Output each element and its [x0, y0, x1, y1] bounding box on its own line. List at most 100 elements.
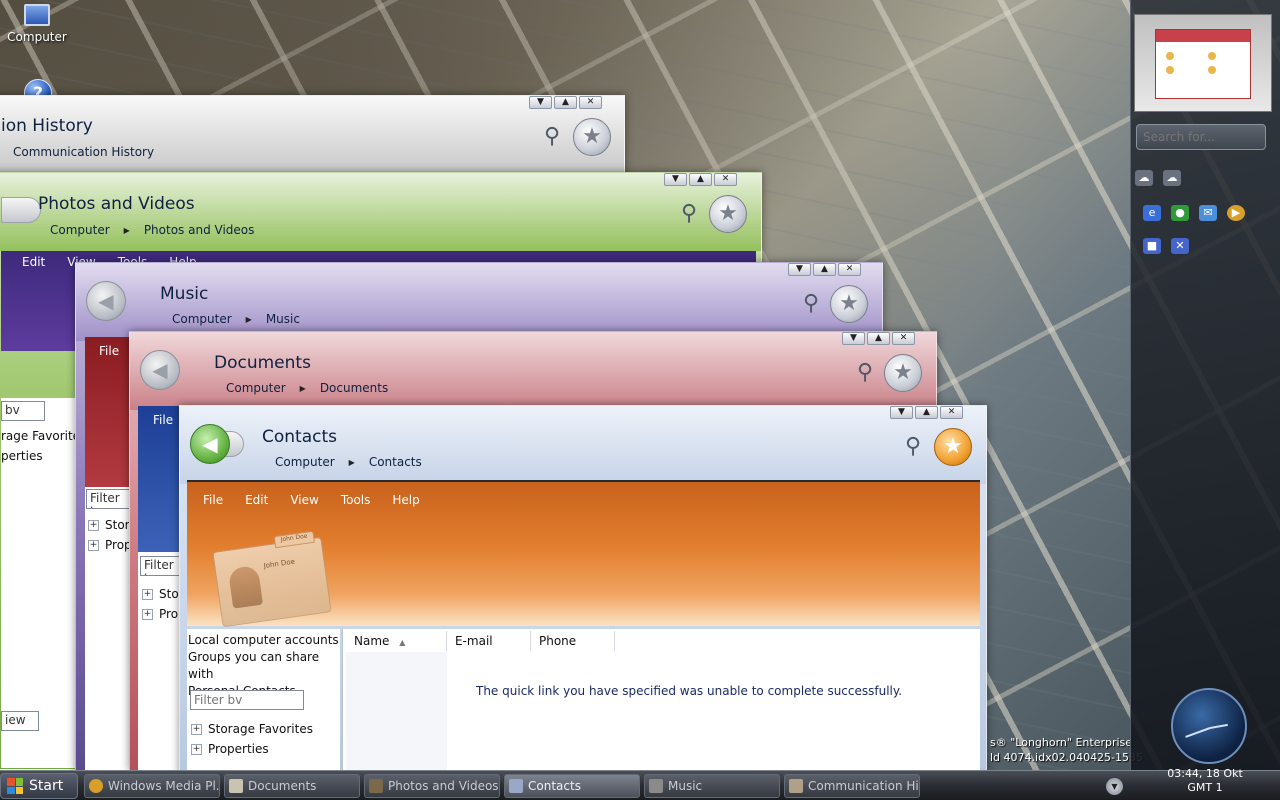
- expand-icon[interactable]: +: [191, 743, 202, 755]
- breadcrumb-separator-icon: ▶: [348, 457, 355, 467]
- breadcrumb-root[interactable]: Computer: [172, 312, 232, 326]
- favorites-star-icon[interactable]: ★: [709, 195, 747, 233]
- breadcrumb-root[interactable]: Computer: [226, 381, 286, 395]
- breadcrumb-root[interactable]: Computer: [275, 455, 335, 469]
- network-icon[interactable]: ■: [1143, 238, 1161, 254]
- contacts-list-view[interactable]: Name ▲ E-mail Phone The quick link you h…: [342, 629, 980, 771]
- close-button[interactable]: ✕: [940, 406, 963, 419]
- thumbnail-item-icon: [1166, 52, 1174, 60]
- search-icon[interactable]: ⚲: [796, 287, 826, 321]
- menu-file[interactable]: File: [99, 344, 119, 358]
- search-icon[interactable]: ⚲: [898, 430, 928, 464]
- back-arrow-icon[interactable]: ◀: [86, 281, 126, 321]
- maximize-button[interactable]: ▲: [915, 406, 938, 419]
- breadcrumb-item[interactable]: Communication History: [13, 145, 154, 159]
- menu-edit[interactable]: Edit: [245, 493, 268, 507]
- search-icon[interactable]: ⚲: [674, 197, 704, 231]
- menu-file[interactable]: File: [153, 413, 173, 427]
- minimize-button[interactable]: ▼: [842, 332, 865, 345]
- tree-item-storage-favorites[interactable]: rage Favorites: [1, 428, 86, 445]
- close-button[interactable]: ✕: [714, 173, 737, 186]
- messenger-icon[interactable]: ●: [1171, 205, 1189, 221]
- favorites-star-icon[interactable]: ★: [934, 428, 972, 466]
- filter-input[interactable]: bv: [1, 401, 45, 421]
- taskbar-button-contacts[interactable]: Contacts: [504, 774, 640, 798]
- computer-desktop-icon[interactable]: Computer: [4, 4, 70, 44]
- window-title: Contacts: [262, 427, 337, 447]
- favorites-star-icon[interactable]: ★: [830, 285, 868, 323]
- banner: [138, 406, 183, 552]
- tray-expand-icon[interactable]: ▼: [1106, 778, 1123, 795]
- taskbar-button-communication-history[interactable]: Communication Hi...: [784, 774, 920, 798]
- clock-timezone: GMT 1: [1187, 781, 1223, 794]
- menu-help[interactable]: Help: [392, 493, 419, 507]
- chat-bubbles-icon[interactable]: ☁: [1163, 170, 1181, 186]
- menu-edit[interactable]: Edit: [22, 255, 45, 269]
- breadcrumb-root[interactable]: Computer: [50, 223, 110, 237]
- expand-icon[interactable]: +: [88, 539, 99, 551]
- network-disconnected-icon[interactable]: ✕: [1171, 238, 1189, 254]
- taskbar-button-documents[interactable]: Documents: [224, 774, 360, 798]
- expand-icon[interactable]: +: [142, 608, 153, 620]
- favorites-star-icon[interactable]: ★: [884, 354, 922, 392]
- link-groups-share[interactable]: Groups you can share with: [188, 649, 340, 683]
- chat-bubbles-icon[interactable]: ☁: [1135, 170, 1153, 186]
- maximize-button[interactable]: ▲: [867, 332, 890, 345]
- window-thumbnail-tile[interactable]: [1134, 14, 1272, 112]
- card-tab-label: John Doe: [273, 530, 315, 549]
- view-select[interactable]: iew: [1, 711, 39, 731]
- favorites-star-icon[interactable]: ★: [573, 118, 611, 156]
- column-header-name[interactable]: Name ▲: [346, 631, 447, 651]
- menu-file[interactable]: File: [203, 493, 223, 507]
- tree-item-properties[interactable]: perties: [1, 448, 43, 465]
- expand-icon[interactable]: +: [191, 723, 202, 735]
- taskbar-button-music[interactable]: Music: [644, 774, 780, 798]
- breadcrumb-leaf[interactable]: Music: [266, 312, 300, 326]
- link-local-accounts[interactable]: Local computer accounts: [188, 632, 340, 649]
- mail-icon[interactable]: ✉: [1199, 205, 1217, 221]
- build-watermark: s® "Longhorn" Enterprise ld 4074.idx02.0…: [990, 736, 1144, 764]
- filter-input[interactable]: Filter b: [140, 556, 182, 576]
- search-icon[interactable]: ⚲: [850, 356, 880, 390]
- tree-item-storage-favorites[interactable]: + Storage Favorites: [191, 722, 313, 736]
- tree-item-properties[interactable]: + Properties: [191, 742, 269, 756]
- sidebar-search-input[interactable]: [1136, 124, 1266, 150]
- card-name-label: John Doe: [263, 557, 296, 570]
- media-player-icon[interactable]: ▶: [1227, 205, 1245, 221]
- breadcrumb: Computer ▶ Photos and Videos: [50, 223, 254, 237]
- filter-input[interactable]: [190, 690, 304, 710]
- window-contacts[interactable]: ◀ Contacts Computer ▶ Contacts ▼ ▲ ✕ ⚲ ★…: [179, 405, 987, 775]
- taskbar-button-media-player[interactable]: Windows Media Pl...: [84, 774, 220, 798]
- breadcrumb-leaf[interactable]: Photos and Videos: [144, 223, 255, 237]
- column-header-email[interactable]: E-mail: [447, 631, 531, 651]
- expand-icon[interactable]: +: [142, 588, 153, 600]
- column-header-phone[interactable]: Phone: [531, 631, 615, 651]
- menu-view[interactable]: View: [290, 493, 318, 507]
- minimize-button[interactable]: ▼: [529, 96, 552, 109]
- search-icon[interactable]: ⚲: [537, 120, 567, 154]
- breadcrumb-leaf[interactable]: Contacts: [369, 455, 422, 469]
- breadcrumb-leaf[interactable]: Documents: [320, 381, 388, 395]
- menu-bar: File: [153, 413, 173, 427]
- thumbnail-item-icon: [1208, 66, 1216, 74]
- taskbar-button-photos[interactable]: Photos and Videos: [364, 774, 500, 798]
- minimize-button[interactable]: ▼: [788, 263, 811, 276]
- start-button[interactable]: Start: [0, 773, 78, 799]
- minimize-button[interactable]: ▼: [890, 406, 913, 419]
- close-button[interactable]: ✕: [892, 332, 915, 345]
- expand-icon[interactable]: +: [88, 519, 99, 531]
- minimize-button[interactable]: ▼: [664, 173, 687, 186]
- menu-tools[interactable]: Tools: [341, 493, 371, 507]
- thumbnail-item-icon: [1166, 66, 1174, 74]
- maximize-button[interactable]: ▲: [813, 263, 836, 276]
- ie-icon[interactable]: e: [1143, 205, 1161, 221]
- close-button[interactable]: ✕: [838, 263, 861, 276]
- back-arrow-icon[interactable]: ◀: [190, 424, 230, 464]
- close-button[interactable]: ✕: [579, 96, 602, 109]
- tree-item-properties[interactable]: + Prop: [88, 538, 132, 552]
- back-arrow-icon[interactable]: ◀: [140, 350, 180, 390]
- window-controls: ▼ ▲ ✕: [890, 406, 963, 419]
- maximize-button[interactable]: ▲: [554, 96, 577, 109]
- maximize-button[interactable]: ▲: [689, 173, 712, 186]
- back-button[interactable]: [1, 197, 41, 223]
